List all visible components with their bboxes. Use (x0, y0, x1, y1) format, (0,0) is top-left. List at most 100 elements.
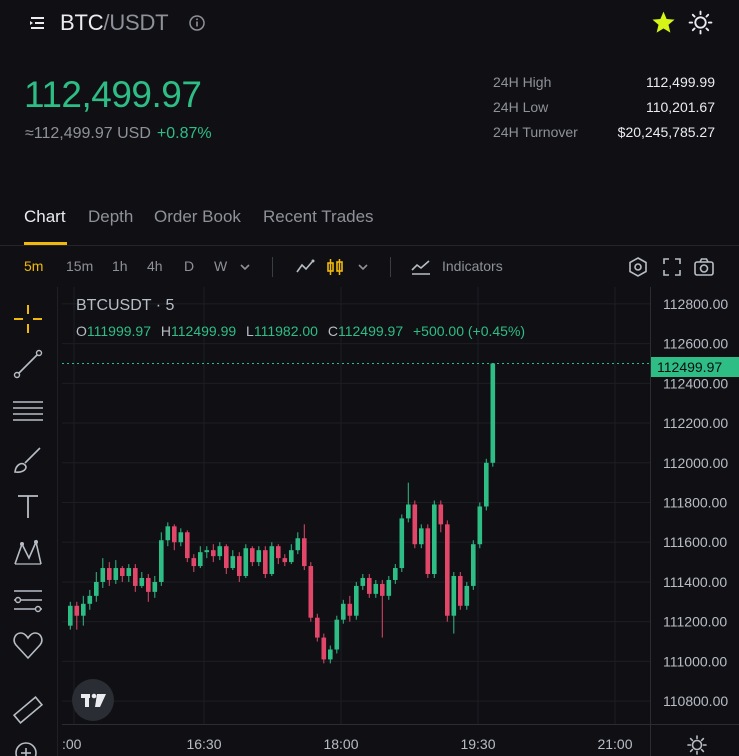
candle-body (113, 568, 119, 580)
x-tick-label: 21:00 (597, 736, 632, 752)
timeframe-w[interactable]: W (214, 258, 227, 274)
candle-body (321, 637, 327, 660)
y-tick-label: 112800.00 (663, 296, 728, 312)
chevron-down-icon[interactable] (354, 258, 372, 276)
trend-line-icon[interactable] (10, 346, 46, 382)
candle-body (250, 548, 255, 563)
brush-icon[interactable] (10, 442, 46, 478)
candle-body (399, 518, 405, 569)
price-change-percent: +0.87% (156, 125, 212, 142)
candle-body (269, 546, 275, 575)
drawing-toolbar (0, 287, 58, 756)
candle-body (204, 550, 210, 553)
pattern-icon[interactable] (10, 534, 46, 570)
top-bar: BTC/USDT (0, 0, 739, 46)
stat-24h-low: 24H Low 110,201.67 (493, 97, 715, 122)
candle-body (243, 548, 249, 576)
chart-symbol-label: BTCUSDT · 5 (76, 297, 175, 314)
ruler-icon[interactable] (10, 692, 46, 728)
candlestick-icon[interactable] (324, 256, 346, 278)
candle-body (172, 526, 177, 543)
timeframe-d[interactable]: D (184, 258, 194, 274)
tab-recent-trades[interactable]: Recent Trades (263, 206, 374, 228)
candle-body (464, 585, 470, 606)
candle-body (289, 550, 294, 563)
candle-body (451, 575, 457, 616)
candle-body (276, 546, 281, 559)
camera-icon[interactable] (693, 256, 715, 278)
x-tick-label: 19:30 (460, 736, 495, 752)
settings-hexagon-icon[interactable] (627, 256, 649, 278)
chart-toolbar: 5m 15m 1h 4h D W Indicators (0, 247, 739, 287)
candle-body (237, 556, 242, 576)
candle-body (328, 649, 333, 660)
candle-body (438, 504, 444, 525)
tradingview-icon (81, 693, 106, 707)
ohlc-change: +500.00 (+0.45%) (413, 323, 526, 339)
stat-24h-high: 24H High 112,499.99 (493, 72, 715, 97)
24h-stats: 24H High 112,499.99 24H Low 110,201.67 2… (493, 72, 715, 147)
candle-body (347, 603, 353, 616)
y-tick-label: 112600.00 (663, 336, 728, 352)
ohlc-close: 112499.97 (337, 323, 404, 339)
last-price: 112,499.97 (24, 74, 202, 115)
measure-icon[interactable] (10, 582, 46, 618)
text-tool-icon[interactable] (10, 488, 46, 524)
candle-body (74, 605, 80, 616)
star-icon[interactable] (651, 10, 676, 35)
candle-body (178, 532, 184, 543)
x-tick-label: :00 (62, 736, 82, 752)
x-tick-label: 18:00 (323, 736, 358, 752)
candle-body (386, 579, 392, 596)
toolbar-divider (390, 257, 391, 277)
indicators-icon (411, 260, 430, 275)
candle-body (380, 583, 385, 596)
chevron-down-icon[interactable] (236, 258, 254, 276)
candle-body (373, 583, 379, 594)
tab-depth[interactable]: Depth (88, 206, 133, 228)
timeframe-4h[interactable]: 4h (147, 258, 163, 274)
candle-body (198, 552, 203, 567)
menu-icon[interactable] (28, 14, 46, 32)
candle-body (159, 540, 164, 582)
candle-body (126, 568, 132, 576)
timeframe-1h[interactable]: 1h (112, 258, 128, 274)
candle-body (94, 581, 99, 596)
fullscreen-icon[interactable] (661, 256, 683, 278)
heart-icon[interactable] (10, 628, 46, 664)
line-chart-icon[interactable] (294, 256, 316, 278)
axis-settings-icon[interactable] (686, 734, 708, 756)
candle-body (471, 544, 476, 586)
tradingview-logo[interactable] (72, 679, 114, 721)
candle-body (263, 550, 268, 575)
ohlc-key: H (160, 323, 172, 339)
candle-body (315, 617, 320, 638)
tab-order-book[interactable]: Order Book (154, 206, 241, 228)
candle-body (81, 603, 86, 616)
x-tick-label: 16:30 (186, 736, 221, 752)
trading-pair[interactable]: BTC/USDT (60, 10, 169, 36)
info-icon[interactable] (188, 14, 206, 32)
horizontal-lines-icon[interactable] (10, 393, 46, 429)
stat-label: 24H High (493, 74, 552, 90)
view-tabs: Chart Depth Order Book Recent Trades (0, 196, 739, 246)
zoom-in-icon[interactable] (10, 737, 46, 756)
candle-body (412, 504, 418, 545)
y-tick-label: 110800.00 (663, 693, 728, 709)
timeframe-15m[interactable]: 15m (66, 258, 93, 274)
candle-body (406, 504, 411, 519)
crosshair-icon[interactable] (10, 301, 46, 337)
candlestick-chart[interactable]: 112800.00 112600.00 112400.00 112200.00 1120… (62, 287, 739, 756)
candle-body (87, 595, 93, 604)
candle-body (354, 585, 359, 616)
candle-body (419, 528, 424, 545)
active-tab-indicator (24, 242, 67, 245)
candle-body (308, 566, 314, 618)
timeframe-5m[interactable]: 5m (24, 258, 43, 274)
candle-body (211, 550, 216, 557)
stat-label: 24H Turnover (493, 124, 578, 140)
sun-icon[interactable] (688, 10, 713, 35)
app: BTC/USDT 112,499.97 ≈112,499.97 USD +0.87… (0, 0, 739, 756)
tab-chart[interactable]: Chart (24, 206, 66, 228)
price-chart[interactable]: 112800.00 112600.00 112400.00 112200.00 1120… (62, 287, 739, 756)
